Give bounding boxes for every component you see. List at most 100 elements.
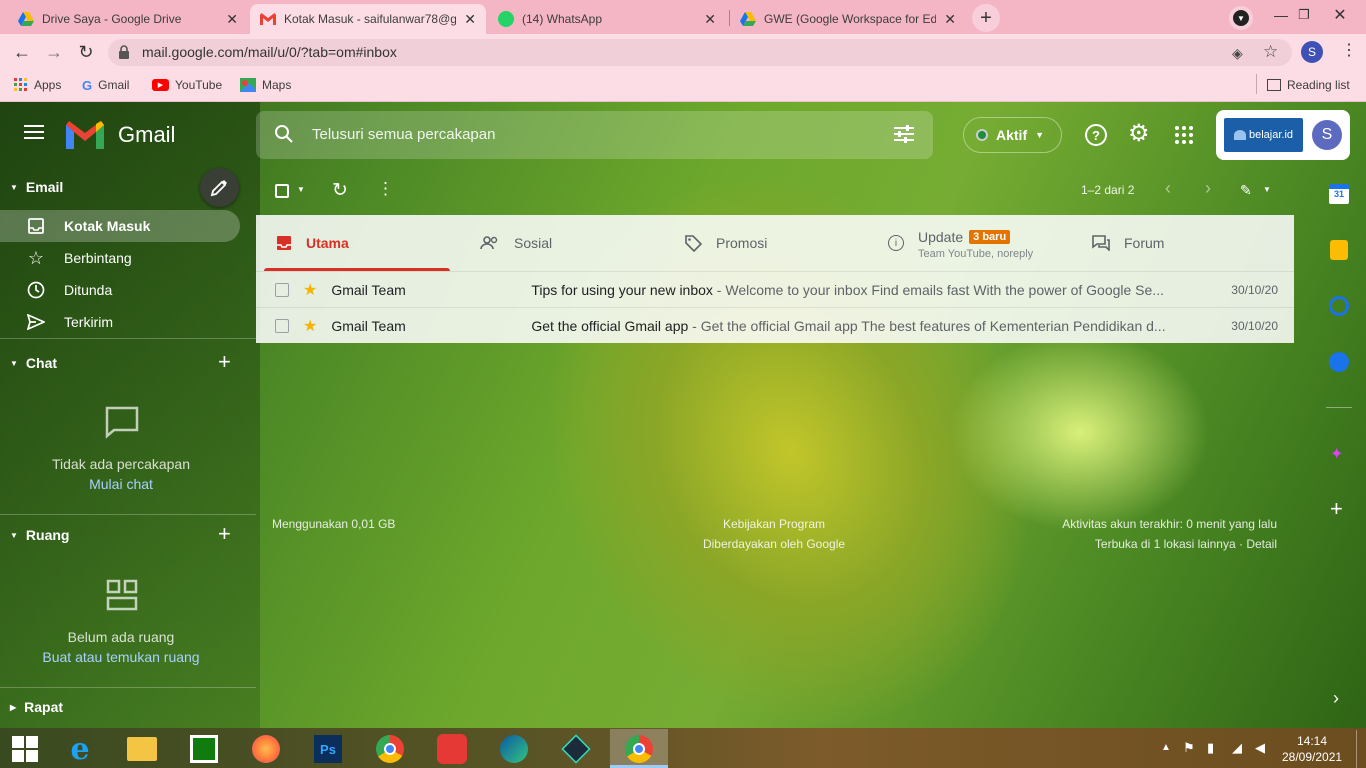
bookmark-star-icon[interactable]: ☆ [1263, 42, 1278, 62]
close-window-button[interactable]: ✕ [1318, 2, 1362, 28]
sidebar-item-starred[interactable]: ☆ Berbintang [0, 242, 240, 274]
close-tab-icon[interactable]: ✕ [944, 11, 956, 28]
clock-date[interactable]: 28/09/2021 [1282, 749, 1342, 765]
row-checkbox[interactable] [275, 318, 289, 333]
edge-icon[interactable] [492, 732, 536, 766]
clock-time[interactable]: 14:14 [1282, 733, 1342, 749]
google-apps-icon[interactable] [1175, 126, 1193, 144]
pagination-text: 1–2 dari 2 [1081, 183, 1135, 197]
reload-button[interactable]: ↻ [74, 40, 98, 64]
caret-right-icon: ▶ [10, 702, 17, 712]
email-section-header[interactable]: ▼ Email [0, 175, 63, 199]
calendar-icon[interactable]: 31 [1329, 184, 1349, 204]
search-input[interactable]: Telusuri semua percakapan [312, 126, 495, 143]
minimize-button[interactable]: — [1266, 2, 1296, 28]
sidebar-item-sent[interactable]: Terkirim [0, 306, 240, 338]
select-all-checkbox[interactable] [275, 184, 289, 198]
bookmark-youtube[interactable]: ▶ YouTube [152, 76, 222, 94]
browser-menu-icon[interactable]: ⋮ [1341, 42, 1357, 60]
account-avatar[interactable]: S [1312, 120, 1342, 150]
browser-tab-drive[interactable]: Drive Saya - Google Drive ✕ [8, 4, 248, 34]
tab-primary[interactable]: Utama [256, 215, 460, 271]
chrome-icon[interactable] [368, 732, 412, 766]
settings-gear-icon[interactable]: ⚙ [1128, 122, 1150, 146]
site-info-icon[interactable]: ◈ [1232, 45, 1243, 62]
firefox-icon[interactable] [244, 732, 288, 766]
volume-icon[interactable]: ◀ [1255, 740, 1265, 756]
file-explorer-icon[interactable] [120, 732, 164, 766]
sidebar-item-inbox[interactable]: Kotak Masuk [0, 210, 240, 242]
photoshop-icon[interactable]: Ps [306, 732, 350, 766]
close-tab-icon[interactable]: ✕ [226, 11, 238, 28]
open-locations-link[interactable]: Terbuka di 1 lokasi lainnya · Detail [990, 537, 1277, 551]
chat-empty-text: Tidak ada percakapan [51, 456, 191, 472]
url-text[interactable]: mail.google.com/mail/u/0/?tab=om#inbox [142, 44, 397, 60]
contacts-icon[interactable] [1329, 352, 1349, 372]
restore-button[interactable]: ❐ [1294, 2, 1314, 28]
search-options-icon[interactable] [894, 125, 914, 143]
filmora-icon[interactable] [554, 732, 598, 766]
bookmark-apps[interactable]: Apps [14, 76, 61, 94]
hide-side-panel-chevron-icon[interactable]: › [1333, 688, 1339, 709]
input-tools-pencil-icon[interactable]: ✎ [1240, 182, 1252, 199]
tab-social[interactable]: Sosial [460, 215, 664, 271]
belajar-logo-icon [1233, 130, 1246, 140]
notification-flag-icon[interactable]: ⚑ [1183, 740, 1195, 756]
sidebar-item-snoozed[interactable]: Ditunda [0, 274, 240, 306]
keep-icon[interactable] [1330, 240, 1348, 260]
lock-icon[interactable] [118, 45, 130, 59]
input-tools-dropdown-icon[interactable]: ▼ [1263, 185, 1271, 194]
main-menu-icon[interactable] [24, 124, 48, 144]
star-icon[interactable]: ★ [303, 316, 317, 336]
internet-explorer-icon[interactable]: e [58, 732, 102, 767]
browser-tab-whatsapp[interactable]: (14) WhatsApp ✕ [488, 4, 726, 34]
bookmark-gmail[interactable]: G Gmail [82, 76, 129, 94]
show-desktop-button[interactable] [1356, 730, 1362, 768]
close-tab-icon[interactable]: ✕ [464, 11, 476, 28]
rooms-section-header[interactable]: ▼ Ruang [0, 523, 69, 547]
get-addons-plus-icon[interactable]: + [1330, 496, 1343, 522]
close-tab-icon[interactable]: ✕ [704, 11, 716, 28]
store-icon[interactable] [182, 732, 226, 766]
chrome-profile-icon[interactable] [617, 732, 661, 766]
reading-list[interactable]: Reading list [1267, 76, 1350, 94]
new-room-plus-icon[interactable]: + [218, 523, 231, 545]
tasks-icon[interactable] [1329, 296, 1349, 316]
help-icon[interactable]: ? [1085, 124, 1107, 146]
forward-button[interactable]: → [42, 40, 66, 64]
addon-unicorn-icon[interactable]: ✦ [1330, 444, 1343, 464]
refresh-icon[interactable]: ↻ [332, 179, 348, 202]
row-checkbox[interactable] [275, 282, 289, 297]
meet-section-header[interactable]: ▶ Rapat [0, 695, 63, 719]
bookmark-maps[interactable]: Maps [240, 76, 291, 94]
browser-tab-gwe[interactable]: GWE (Google Workspace for Edu ✕ [730, 4, 966, 34]
new-tab-button[interactable]: + [972, 4, 1000, 32]
tab-search-button[interactable]: ▼ [1229, 6, 1253, 30]
tab-forums[interactable]: Forum [1072, 215, 1276, 271]
profile-avatar[interactable]: S [1301, 41, 1323, 63]
search-icon[interactable] [274, 124, 294, 144]
status-button[interactable]: Aktif ▼ [963, 117, 1062, 153]
tab-promotions[interactable]: Promosi [664, 215, 868, 271]
chat-section-header[interactable]: ▼ Chat [0, 351, 57, 375]
star-icon[interactable]: ★ [303, 280, 317, 300]
email-row[interactable]: ★ Gmail Team Get the official Gmail app … [256, 307, 1294, 343]
email-row[interactable]: ★ Gmail Team Tips for using your new inb… [256, 271, 1294, 307]
network-signal-icon[interactable]: ◢ [1232, 740, 1242, 756]
start-chat-link[interactable]: Mulai chat [0, 476, 242, 492]
older-chevron-left-icon[interactable]: ‹ [1165, 178, 1171, 199]
program-policy-link[interactable]: Kebijakan Program [674, 517, 874, 531]
compose-button[interactable] [200, 168, 239, 207]
more-options-icon[interactable]: ⋮ [377, 180, 394, 198]
select-dropdown-icon[interactable]: ▼ [297, 185, 305, 194]
newer-chevron-right-icon[interactable]: › [1205, 178, 1211, 199]
tab-updates[interactable]: i Update 3 baru Team YouTube, noreply [868, 215, 1072, 271]
screen-recorder-icon[interactable] [430, 732, 474, 766]
show-hidden-icons-chevron[interactable]: ▲ [1161, 742, 1171, 753]
find-room-link[interactable]: Buat atau temukan ruang [0, 649, 242, 665]
browser-tab-gmail[interactable]: Kotak Masuk - saifulanwar78@gu ✕ [250, 4, 486, 34]
new-chat-plus-icon[interactable]: + [218, 351, 231, 373]
battery-icon[interactable]: ▮ [1207, 740, 1214, 756]
start-button[interactable] [3, 732, 47, 766]
back-button[interactable]: ← [10, 40, 34, 64]
